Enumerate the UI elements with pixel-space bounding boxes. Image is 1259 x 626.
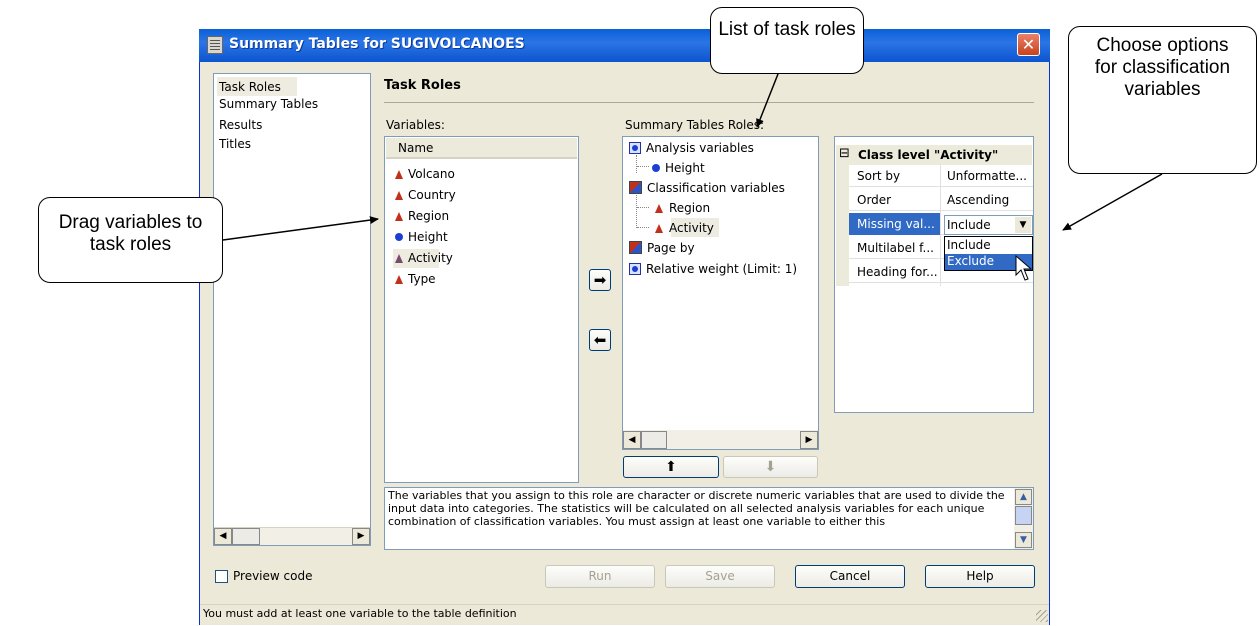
arrow-to-properties [1062, 173, 1163, 231]
arrow-to-variables [222, 216, 379, 241]
callout-arrows [222, 73, 1163, 241]
arrow-to-roles [756, 73, 779, 128]
